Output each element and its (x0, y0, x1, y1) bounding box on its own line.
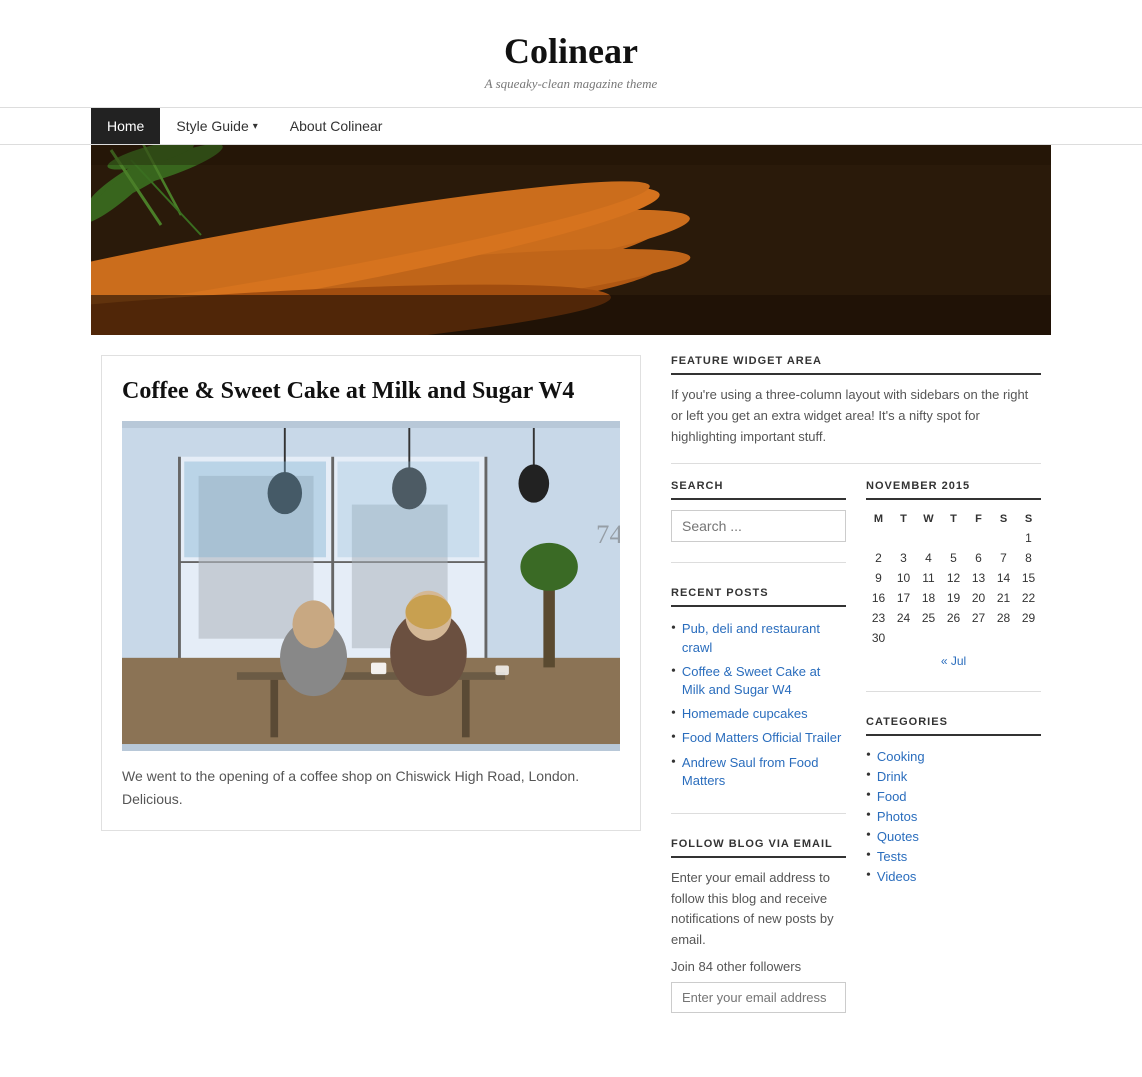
nav-item-home[interactable]: Home (91, 108, 160, 144)
sidebar-columns: SEARCH RECENT POSTS Pub, deli and restau… (671, 480, 1041, 1057)
list-item: Coffee & Sweet Cake at Milk and Sugar W4 (671, 660, 846, 702)
chevron-down-icon: ▾ (253, 121, 258, 132)
article-title: Coffee & Sweet Cake at Milk and Sugar W4 (122, 376, 620, 407)
list-item: Tests (866, 846, 1041, 866)
sidebar-col-right: NOVEMBER 2015 M T W T F S S (866, 480, 1041, 1057)
search-input[interactable] (671, 510, 846, 542)
recent-posts-list: Pub, deli and restaurant crawl Coffee & … (671, 617, 846, 793)
cal-th-s: S (991, 510, 1016, 528)
cal-th-s2: S (1016, 510, 1041, 528)
nav-item-style-guide[interactable]: Style Guide ▾ (160, 108, 273, 144)
calendar-row: 16171819202122 (866, 588, 1041, 608)
site-header: Colinear A squeaky-clean magazine theme (0, 0, 1142, 107)
post-link[interactable]: Homemade cupcakes (682, 705, 808, 723)
feature-widget-title: FEATURE WIDGET AREA (671, 355, 1041, 375)
sidebar: FEATURE WIDGET AREA If you're using a th… (671, 355, 1041, 1057)
calendar-row: 1 (866, 528, 1041, 548)
categories-title: CATEGORIES (866, 716, 1041, 736)
widget-calendar: NOVEMBER 2015 M T W T F S S (866, 480, 1041, 692)
widget-feature: FEATURE WIDGET AREA If you're using a th… (671, 355, 1041, 464)
follow-email-text: Enter your email address to follow this … (671, 868, 846, 951)
list-item: Quotes (866, 826, 1041, 846)
post-link[interactable]: Coffee & Sweet Cake at Milk and Sugar W4 (682, 663, 846, 699)
category-link[interactable]: Videos (877, 869, 917, 884)
cal-th-m: M (866, 510, 891, 528)
cal-th-f: F (966, 510, 991, 528)
calendar-table: M T W T F S S 1 (866, 510, 1041, 671)
followers-count: Join 84 other followers (671, 959, 846, 974)
category-link[interactable]: Food (877, 789, 907, 804)
calendar-row: 30 (866, 628, 1041, 648)
post-link[interactable]: Pub, deli and restaurant crawl (682, 620, 846, 656)
search-widget-title: SEARCH (671, 480, 846, 500)
calendar-row: 23242526272829 (866, 608, 1041, 628)
main-container: Coffee & Sweet Cake at Milk and Sugar W4 (91, 335, 1051, 1077)
article-card: Coffee & Sweet Cake at Milk and Sugar W4 (101, 355, 641, 831)
svg-text:74: 74 (596, 519, 620, 549)
hero-banner (91, 145, 1051, 335)
list-item: Andrew Saul from Food Matters (671, 751, 846, 793)
widget-follow-email: FOLLOW BLOG VIA EMAIL Enter your email a… (671, 838, 846, 1033)
category-link[interactable]: Quotes (877, 829, 919, 844)
hero-image (91, 145, 1051, 335)
article-excerpt: We went to the opening of a coffee shop … (122, 765, 620, 810)
recent-posts-title: RECENT POSTS (671, 587, 846, 607)
category-link[interactable]: Tests (877, 849, 907, 864)
feature-widget-text: If you're using a three-column layout wi… (671, 385, 1041, 447)
main-content: Coffee & Sweet Cake at Milk and Sugar W4 (101, 355, 641, 1057)
category-link[interactable]: Photos (877, 809, 917, 824)
follow-email-title: FOLLOW BLOG VIA EMAIL (671, 838, 846, 858)
list-item: Cooking (866, 746, 1041, 766)
cal-th-w: W (916, 510, 941, 528)
widget-recent-posts: RECENT POSTS Pub, deli and restaurant cr… (671, 587, 846, 814)
widget-categories: CATEGORIES Cooking Drink Food Photos Quo… (866, 716, 1041, 906)
category-link[interactable]: Drink (877, 769, 907, 784)
list-item: Food (866, 786, 1041, 806)
category-link[interactable]: Cooking (877, 749, 925, 764)
list-item: Drink (866, 766, 1041, 786)
list-item: Photos (866, 806, 1041, 826)
main-nav: Home Style Guide ▾ About Colinear (0, 107, 1142, 145)
cal-th-t: T (891, 510, 916, 528)
article-image: 74 (122, 421, 620, 751)
nav-item-about[interactable]: About Colinear (274, 108, 399, 144)
calendar-nav-row: « Jul (866, 648, 1041, 671)
categories-list: Cooking Drink Food Photos Quotes Tests V… (866, 746, 1041, 886)
site-title: Colinear (20, 30, 1122, 72)
calendar-row: 2345678 (866, 548, 1041, 568)
cal-th-t2: T (941, 510, 966, 528)
list-item: Pub, deli and restaurant crawl (671, 617, 846, 659)
calendar-row: 9101112131415 (866, 568, 1041, 588)
list-item: Homemade cupcakes (671, 702, 846, 726)
post-link[interactable]: Food Matters Official Trailer (682, 729, 841, 747)
calendar-header-row: M T W T F S S (866, 510, 1041, 528)
list-item: Videos (866, 866, 1041, 886)
calendar-prev-link[interactable]: « Jul (941, 654, 966, 668)
widget-search: SEARCH (671, 480, 846, 563)
sidebar-col-left: SEARCH RECENT POSTS Pub, deli and restau… (671, 480, 846, 1057)
calendar-title: NOVEMBER 2015 (866, 480, 1041, 500)
email-input[interactable] (671, 982, 846, 1013)
list-item: Food Matters Official Trailer (671, 726, 846, 750)
post-link[interactable]: Andrew Saul from Food Matters (682, 754, 846, 790)
site-tagline: A squeaky-clean magazine theme (20, 76, 1122, 92)
